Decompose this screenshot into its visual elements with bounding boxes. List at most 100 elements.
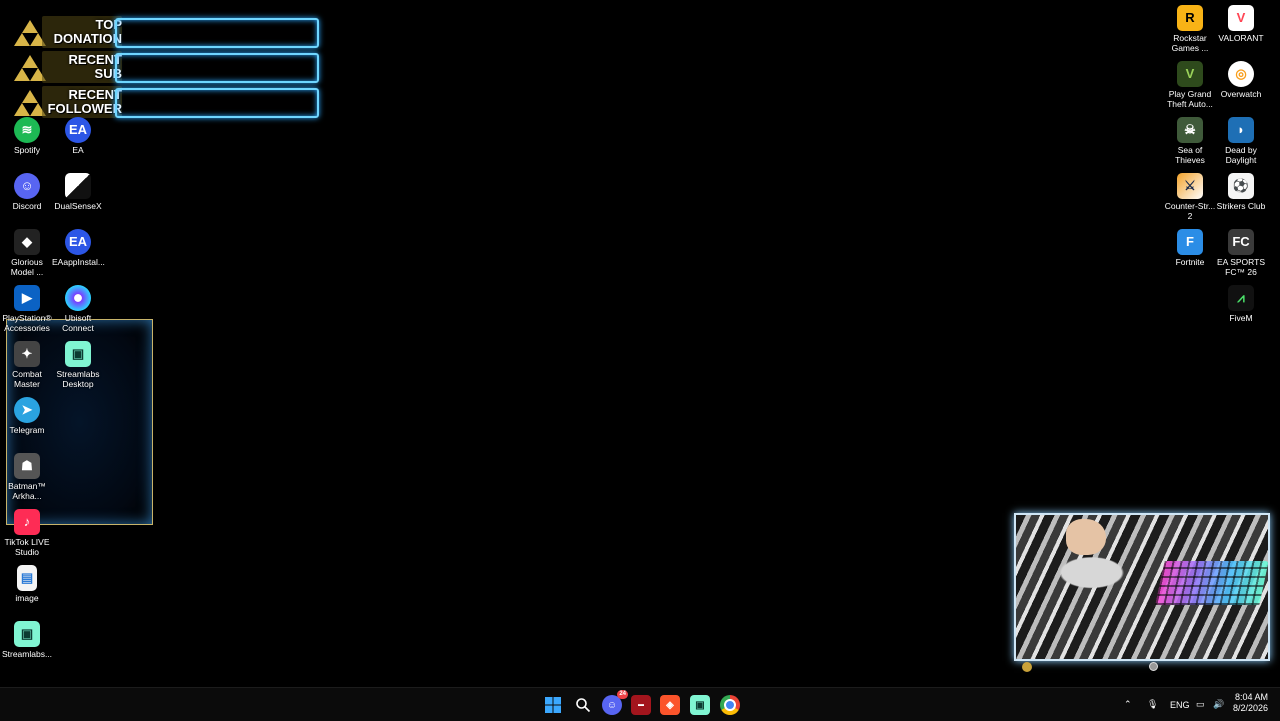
overwatch-icon: ◎ xyxy=(1228,61,1254,87)
desktop-icon-telegram[interactable]: ➤ Telegram xyxy=(1,397,53,435)
streamlabs-icon: ▣ xyxy=(695,699,705,711)
desktop-icon-ea[interactable]: EA EA xyxy=(52,117,104,155)
desktop-icon-label: Overwatch xyxy=(1220,89,1262,99)
desktop-icon-label: FiveM xyxy=(1229,313,1253,323)
streamlabs-icon: ▣ xyxy=(14,621,40,647)
taskbar-discord[interactable]: ☺ 24 xyxy=(602,690,628,715)
overlay-badge-icon xyxy=(1022,662,1032,672)
overlay-label: TOP DONATION xyxy=(42,16,122,48)
spotify-icon: ≋ xyxy=(14,117,40,143)
fortnite-icon: F xyxy=(1177,229,1203,255)
streamlabs-icon: ▣ xyxy=(65,341,91,367)
desktop-icon-label: VALORANT xyxy=(1218,33,1264,43)
desktop-icon-counter-strike[interactable]: ⚔ Counter-Str... 2 xyxy=(1164,173,1216,221)
webcam-hand xyxy=(1066,519,1106,555)
gta-icon: V xyxy=(1177,61,1203,87)
tray-volume[interactable]: 🔊 xyxy=(1213,688,1224,721)
desktop-icon-dualsensex[interactable]: DualSenseX xyxy=(52,173,104,211)
taskbar-chrome[interactable] xyxy=(720,695,740,715)
taskbar: ☺ 24 ▬ ◈ ▣ ⌃ 🎙 ENG ▭ 🔊 8:04 AM 8/2/2026 xyxy=(0,687,1280,721)
desktop-icon-image[interactable]: ▤ image xyxy=(1,565,53,603)
combat-master-icon: ✦ xyxy=(14,341,40,367)
desktop-icon-batman[interactable]: ☗ Batman™ Arkha... xyxy=(1,453,53,501)
tray-microphone[interactable]: 🎙 xyxy=(1147,688,1158,721)
overlay-recent-sub: RECENT SUB xyxy=(12,51,322,83)
desktop-icon-label: EAappInstal... xyxy=(52,257,105,267)
desktop-icon-label: Batman™ Arkha... xyxy=(8,481,46,501)
desktop-icon-streamlabs[interactable]: ▣ Streamlabs Desktop xyxy=(52,341,104,389)
chevron-up-icon: ⌃ xyxy=(1124,699,1132,709)
desktop-icon-label: Counter-Str... 2 xyxy=(1164,201,1216,221)
desktop-icon-tiktok[interactable]: ♪ TikTok LIVE Studio xyxy=(1,509,53,557)
discord-icon: ☺ xyxy=(14,173,40,199)
dualsensex-icon xyxy=(65,173,91,199)
overlay-top-donation: TOP DONATION xyxy=(12,16,322,48)
desktop-icon-label: EA SPORTS FC™ 26 xyxy=(1216,257,1266,277)
desktop-icon-discord[interactable]: ☺ Discord xyxy=(1,173,53,211)
app-icon: ▬ xyxy=(638,702,644,708)
desktop-icon-gta[interactable]: V Play Grand Theft Auto... xyxy=(1164,61,1216,109)
taskbar-app[interactable]: ▬ xyxy=(631,695,651,715)
overlay-recent-follower: RECENT FOLLOWER xyxy=(12,86,322,118)
search-icon xyxy=(576,698,591,713)
microphone-icon: 🎙 xyxy=(1147,699,1159,709)
desktop-icon-streamlabs-2[interactable]: ▣ Streamlabs... xyxy=(1,621,53,659)
desktop-icon-strikers-club[interactable]: ⚽ Strikers Club xyxy=(1215,173,1267,211)
tray-network[interactable]: ▭ xyxy=(1196,688,1205,721)
desktop-icon-label: Glorious Model ... xyxy=(10,257,44,277)
desktop-icon-label: Telegram xyxy=(9,425,45,435)
glorious-icon: ◆ xyxy=(14,229,40,255)
tray-language[interactable]: ENG xyxy=(1170,688,1190,721)
desktop-icon-overwatch[interactable]: ◎ Overwatch xyxy=(1215,61,1267,99)
clock-date: 8/2/2026 xyxy=(1232,703,1268,713)
dead-by-daylight-icon: ◗ xyxy=(1228,117,1254,143)
desktop-icon-spotify[interactable]: ≋ Spotify xyxy=(1,117,53,155)
desktop-icon-ea-fc[interactable]: FC EA SPORTS FC™ 26 xyxy=(1215,229,1267,277)
desktop-icon-ubisoft[interactable]: Ubisoft Connect xyxy=(52,285,104,333)
ubisoft-icon xyxy=(65,285,91,311)
desktop-icon-eaappinstaller[interactable]: EA EAappInstal... xyxy=(52,229,105,267)
volume-icon: 🔊 xyxy=(1213,699,1225,709)
desktop-icon-label: Streamlabs Desktop xyxy=(56,369,100,389)
desktop-icon-combat-master[interactable]: ✦ Combat Master xyxy=(1,341,53,389)
search-button[interactable] xyxy=(573,695,593,715)
batman-icon: ☗ xyxy=(14,453,40,479)
desktop-icon-label: image xyxy=(15,593,39,603)
language-indicator: ENG xyxy=(1170,699,1190,710)
overlay-label: RECENT FOLLOWER xyxy=(42,86,122,118)
taskbar-brave[interactable]: ◈ xyxy=(660,695,680,715)
taskbar-streamlabs[interactable]: ▣ xyxy=(690,695,710,715)
desktop-icon-fortnite[interactable]: F Fortnite xyxy=(1164,229,1216,267)
desktop-icon-label: TikTok LIVE Studio xyxy=(4,537,50,557)
desktop-icon-valorant[interactable]: V VALORANT xyxy=(1215,5,1267,43)
chrome-icon xyxy=(724,699,736,711)
webcam-overlay xyxy=(1014,513,1270,661)
desktop-icon-label: Rockstar Games ... xyxy=(1171,33,1209,53)
desktop-icon-label: Discord xyxy=(12,201,42,211)
desktop-icon-glorious[interactable]: ◆ Glorious Model ... xyxy=(1,229,53,277)
brave-icon: ◈ xyxy=(666,699,674,711)
desktop-icon-fivem[interactable]: ⩘ FiveM xyxy=(1215,285,1267,323)
overlay-label: RECENT SUB xyxy=(42,51,122,83)
desktop-icon-label: PlayStation® Accessories xyxy=(2,313,52,333)
taskbar-clock[interactable]: 8:04 AM 8/2/2026 xyxy=(1233,692,1268,714)
counter-strike-icon: ⚔ xyxy=(1177,173,1203,199)
windows-icon xyxy=(545,697,561,713)
clock-time: 8:04 AM xyxy=(1234,692,1268,702)
overlay-label-line2: DONATION xyxy=(53,31,122,46)
ea-installer-icon: EA xyxy=(65,229,91,255)
desktop-icon-sea-of-thieves[interactable]: ☠ Sea of Thieves xyxy=(1164,117,1216,165)
start-button[interactable] xyxy=(543,695,563,715)
desktop-icon-playstation[interactable]: ▶ PlayStation® Accessories xyxy=(1,285,53,333)
desktop-icon-label: Streamlabs... xyxy=(1,649,53,659)
desktop-icon-label: Sea of Thieves xyxy=(1175,145,1205,165)
strikers-club-icon: ⚽ xyxy=(1228,173,1254,199)
fivem-icon: ⩘ xyxy=(1228,285,1254,311)
sea-of-thieves-icon: ☠ xyxy=(1177,117,1203,143)
desktop-icon-rockstar[interactable]: R Rockstar Games ... xyxy=(1164,5,1216,53)
desktop-icon-dead-by-daylight[interactable]: ◗ Dead by Daylight xyxy=(1215,117,1267,165)
notification-badge: 24 xyxy=(617,690,628,699)
ea-fc-icon: FC xyxy=(1228,229,1254,255)
tray-overflow[interactable]: ⌃ xyxy=(1124,688,1132,721)
discord-icon: ☺ xyxy=(606,699,618,711)
